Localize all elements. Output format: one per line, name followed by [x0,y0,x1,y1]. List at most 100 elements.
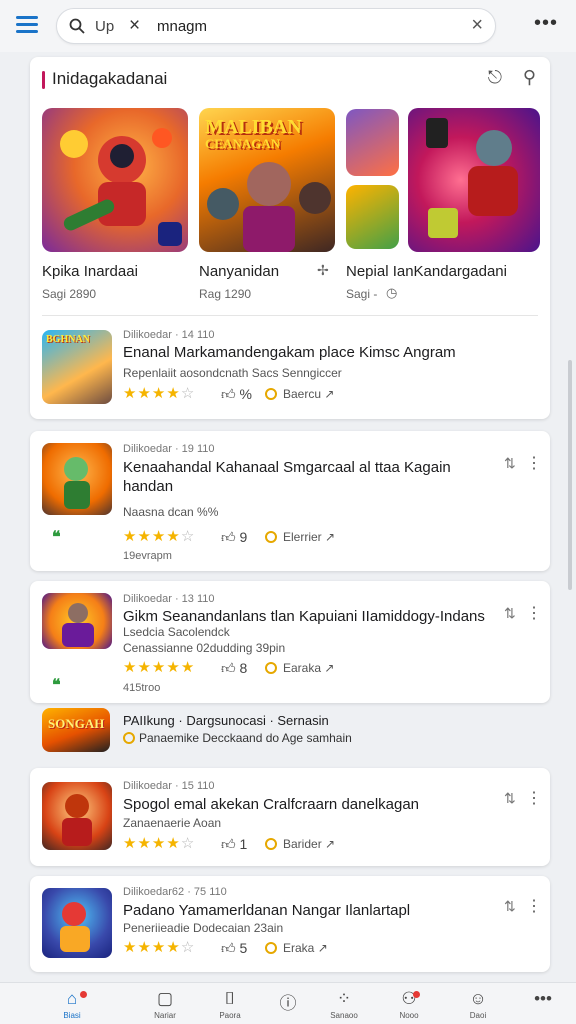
star-filled-icon: ★ [137,528,152,545]
star-filled-icon: ★ [151,939,167,956]
more-vert-icon[interactable]: ⋮ [526,788,542,808]
badge-label: Barider ↗ [265,837,335,851]
thumbs-up-icon[interactable]: 👍︎ 8 [221,660,247,677]
item-subtitle-text: Panaemike Decckaand do Age samhain [139,731,352,745]
item-subtitle: Naasna dcan %% [123,505,219,519]
item-title[interactable]: Padano Yamamerldanan Nangar Ilanlartapl [123,901,503,920]
app-icon[interactable] [42,593,112,649]
more-vert-icon[interactable]: ⋮ [526,453,542,473]
item-title[interactable]: Gikm Seanandanlans tlan Kapuiani IIamidd… [123,607,513,626]
more-vert-icon[interactable]: ⋮ [526,896,542,916]
item-meta: Dilikoedar · 14 110 [123,329,215,341]
featured-item-name[interactable]: Nanyanidan [199,263,279,280]
item-title[interactable]: Enanal Markamandengakam place Kimsc Angr… [123,343,533,362]
thumbs-count: 8 [239,660,248,676]
thumbs-count: 1 [239,836,248,852]
face-icon: ☺ [469,989,487,1008]
app-icon[interactable]: BGHNAN [42,330,112,404]
nav-label: Nariar [154,1011,176,1020]
thumbs-up-icon[interactable]: 👍︎ 5 [221,940,247,957]
star-filled-icon: ★ [166,385,181,402]
list-item-card: Dilikoedar · 15 110 Spogol emal akekan C… [30,768,550,866]
clear-icon[interactable]: × [471,14,483,37]
compare-icon[interactable]: ⇅ [504,898,516,915]
more-icon[interactable]: ••• [534,12,558,35]
thumbs-up-icon[interactable]: 👍︎ % [221,386,252,403]
arrow-icon: ↗ [325,837,336,851]
game-art-tile[interactable] [42,108,188,252]
game-thumb-tile[interactable] [346,109,399,176]
star-filled-icon: ★ [137,835,152,852]
featured-title: Inidagakadanai [52,69,168,88]
featured-item-name[interactable]: Nepial IanKandargadani [346,263,507,280]
thumbs-up-icon[interactable]: 👍︎ 9 [221,529,247,546]
nav-item[interactable]: ▢ Nariar [137,989,193,1020]
medal-icon [265,531,277,543]
nav-item[interactable]: ⌷ Paora [202,989,258,1020]
featured-item-name[interactable]: Kpika Inardaai [42,263,138,280]
item-extra: 19evrapm [123,550,172,562]
sparkle-icon: ✢ [317,262,329,278]
item-title[interactable]: Spogol emal akekan Cralfcraarn danelkaga… [123,795,503,814]
star-filled-icon: ★ [137,939,152,956]
star-filled-icon: ★ [151,835,167,852]
menu-icon[interactable] [16,16,38,34]
item-extra: 415troo [123,682,161,694]
search-icon [69,18,85,34]
thumbs-count: 5 [239,940,248,956]
star-rating: ★★★★☆ [123,938,195,956]
arrow-icon: ↗ [324,661,335,675]
app-icon[interactable] [42,443,112,515]
item-title[interactable]: PAIIkung · Dargsunocasi · Sernasin [123,711,543,730]
install-icon[interactable]: ❝ [52,675,61,695]
thumbs-up-icon[interactable]: 👍︎ 1 [221,836,247,853]
nav-label: Biasi [63,1011,81,1020]
featured-item-sub: Sagi - [346,287,378,301]
star-filled-icon: ★ [166,659,181,676]
compare-icon[interactable]: ⇅ [504,605,516,622]
more-vert-icon[interactable]: ⋮ [526,603,542,623]
nav-item[interactable]: ⓘ [260,989,316,1013]
game-thumb-tile[interactable] [346,185,399,249]
nav-item[interactable]: ⁘ Sanaoo [316,989,372,1020]
scrollbar[interactable] [568,360,572,590]
nav-label: Paora [219,1011,241,1020]
item-title[interactable]: Kenaahandal Kahanaal Smgarcaal al ttaa K… [123,458,503,496]
badge-text: Eraka [283,941,315,955]
close-icon[interactable]: × [129,15,140,37]
hero-art [60,902,90,952]
compact-list-item[interactable]: SONGAH PAIIkung · Dargsunocasi · Sernasi… [30,704,550,760]
install-icon[interactable]: ❝ [52,527,61,547]
hero-art [62,603,94,647]
item-title-secondary: Lsedcia Sacolendck [123,625,230,639]
game-art-tile[interactable]: MALIBAN CEANAGAN [199,108,335,252]
star-empty-icon: ☆ [180,385,196,402]
search-prefix: Up [95,18,115,35]
star-filled-icon: ★ [137,385,152,402]
nav-item[interactable]: ☺ Daoi [450,989,506,1020]
star-rating: ★★★★☆ [123,527,195,545]
bag-icon: ⌷ [224,989,236,1008]
divider [42,315,538,316]
star-rating: ★★★★★ [123,658,195,676]
app-icon[interactable]: SONGAH [42,708,110,752]
star-rating: ★★★★☆ [123,384,195,402]
pin-icon[interactable]: ⚲ [523,67,536,88]
nav-item[interactable]: ⚇ Nooo [381,989,437,1020]
compare-icon[interactable]: ⇅ [504,790,516,807]
arrow-icon: ↗ [324,387,335,401]
item-meta: Dilikoedar · 13 110 [123,593,215,605]
item-meta: Dilikoedar62 · 75 110 [123,886,227,898]
game-art-tile[interactable] [408,108,540,252]
app-icon[interactable] [42,888,112,958]
share-icon[interactable]: ⎋ [488,67,502,88]
list-item-card: ❝ Dilikoedar · 13 110 Gikm Seanandanlans… [30,581,550,703]
compare-icon[interactable]: ⇅ [504,455,516,472]
badge-label: Baercu ↗ [265,387,334,401]
app-icon[interactable] [42,782,112,850]
nav-item[interactable]: ••• [515,989,571,1011]
nav-home[interactable]: ⌂ Biasi [44,989,100,1020]
star-filled-icon: ★ [151,659,167,676]
search-input[interactable] [157,15,457,37]
search-bar[interactable]: Up × × [56,8,496,44]
